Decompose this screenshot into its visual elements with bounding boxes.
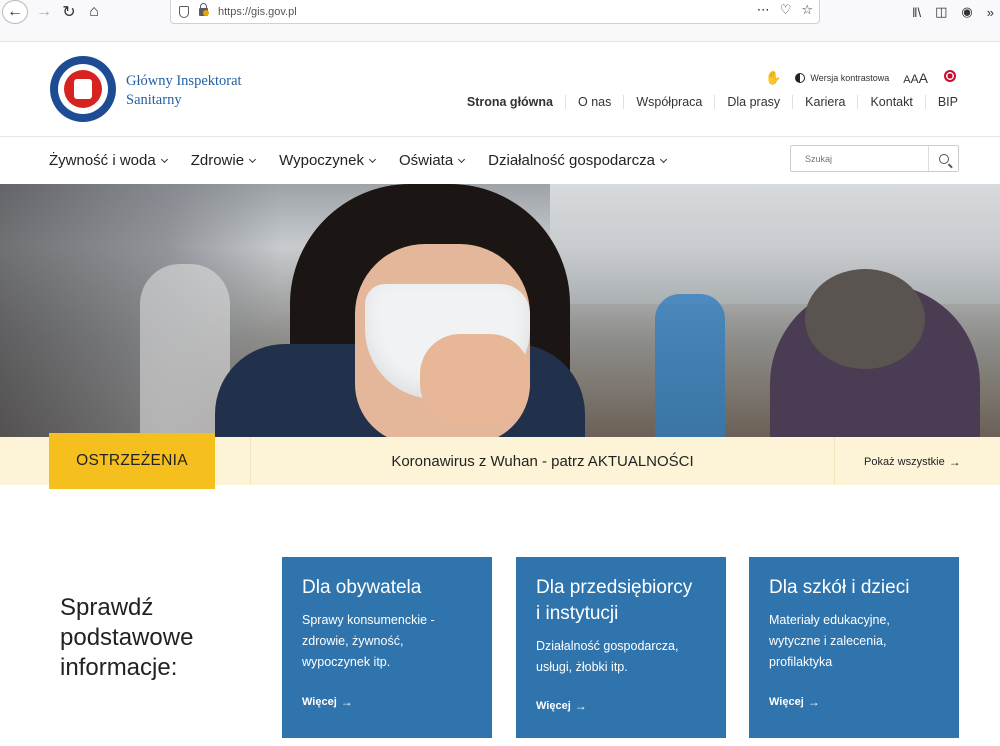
menu-label: Oświata — [398, 152, 454, 169]
search-button[interactable] — [928, 146, 958, 171]
heading-line-1: Sprawdź — [60, 594, 154, 621]
card-business[interactable]: Dla przedsiębiorcy i instytucji Działaln… — [516, 557, 726, 738]
show-all-label: Pokaż wszystkie — [864, 456, 945, 468]
chevron-down-icon — [458, 155, 466, 163]
alert-badge: OSTRZEŻENIA — [49, 433, 215, 489]
library-icon[interactable]: ‖\ — [912, 5, 921, 20]
browser-toolbar: ← → ↻ ⌂ https://gis.gov.pl ⋯ ♡ ☆ ‖\ ◫ ◉ … — [0, 0, 1000, 42]
page-actions-icon[interactable]: ⋯ — [757, 2, 770, 18]
card-more-link[interactable]: Więcej → — [536, 699, 587, 713]
card-desc-line: wytyczne i zalecenia, — [769, 634, 887, 648]
alert-strip: OSTRZEŻENIA Koronawirus z Wuhan - patrz … — [0, 433, 1000, 489]
brand-name[interactable]: Główny Inspektorat Sanitarny — [126, 72, 242, 110]
card-title-line: i instytucji — [536, 603, 619, 624]
search-icon — [938, 153, 949, 164]
card-citizens[interactable]: Dla obywatela Sprawy konsumenckie - zdro… — [282, 557, 492, 738]
arrow-right-icon: → — [574, 699, 587, 713]
search-input[interactable] — [805, 153, 923, 164]
nav-contact[interactable]: Kontakt — [857, 95, 924, 109]
menu-education[interactable]: Oświata — [398, 152, 466, 169]
brand-line-1: Główny Inspektorat — [126, 73, 242, 89]
font-size-large[interactable]: A — [919, 70, 928, 86]
site-header: Główny Inspektorat Sanitarny ✋ Wersja ko… — [0, 42, 1000, 137]
accessibility-tools: ✋ Wersja kontrastowa AAA — [765, 70, 928, 86]
chevron-down-icon — [249, 155, 257, 163]
warning-icon — [203, 10, 209, 16]
back-button[interactable]: ← — [2, 0, 28, 24]
chevron-down-icon — [368, 155, 377, 163]
card-schools[interactable]: Dla szkół i dzieci Materiały edukacyjne,… — [749, 557, 959, 738]
forward-button[interactable]: → — [30, 0, 58, 24]
menu-food-water[interactable]: Żywność i woda — [49, 152, 168, 169]
card-desc-line: zdrowie, żywność, — [302, 634, 404, 648]
card-description: Działalność gospodarcza, usługi, żłobki … — [536, 636, 706, 678]
contrast-toggle[interactable]: Wersja kontrastowa — [795, 73, 889, 83]
menu-label: Działalność gospodarcza — [488, 152, 655, 169]
uk-flag-icon[interactable] — [944, 70, 956, 82]
eagle-emblem-icon — [74, 79, 92, 99]
chevron-down-icon — [160, 155, 168, 163]
card-desc-line: Materiały edukacyjne, — [769, 613, 890, 627]
card-desc-line: wypoczynek itp. — [302, 655, 391, 669]
nav-about[interactable]: O nas — [565, 95, 623, 109]
more-label: Więcej — [302, 696, 337, 708]
card-title: Dla przedsiębiorcy i instytucji — [536, 575, 706, 627]
card-more-link[interactable]: Więcej → — [302, 695, 353, 709]
card-description: Materiały edukacyjne, wytyczne i zalecen… — [769, 610, 939, 673]
alert-message-link[interactable]: Koronawirus z Wuhan - patrz AKTUALNOŚCI — [250, 437, 835, 485]
card-desc-line: usługi, żłobki itp. — [536, 660, 628, 674]
reload-button[interactable]: ↻ — [55, 0, 83, 24]
arrow-right-icon: → — [807, 695, 820, 709]
nav-press[interactable]: Dla prasy — [714, 95, 792, 109]
nav-cooperation[interactable]: Współpraca — [623, 95, 714, 109]
account-icon[interactable]: ◉ — [961, 4, 972, 20]
card-description: Sprawy konsumenckie - zdrowie, żywność, … — [302, 610, 472, 673]
heading-line-3: informacje: — [60, 654, 178, 681]
card-title: Dla szkół i dzieci — [769, 577, 910, 598]
more-label: Więcej — [769, 696, 804, 708]
card-desc-line: profilaktyka — [769, 655, 833, 669]
menu-label: Zdrowie — [190, 152, 245, 169]
section-heading: Sprawdź podstawowe informacje: — [60, 593, 193, 683]
url-text[interactable]: https://gis.gov.pl — [218, 6, 297, 18]
font-size-controls: AAA — [903, 70, 928, 86]
menu-business[interactable]: Działalność gospodarcza — [488, 152, 667, 169]
brand-line-2: Sanitarny — [126, 92, 182, 108]
font-size-small[interactable]: A — [903, 74, 910, 86]
tracking-shield-icon[interactable] — [179, 5, 189, 18]
gis-logo[interactable] — [50, 56, 116, 122]
nav-bip[interactable]: BIP — [924, 95, 958, 109]
contrast-icon — [795, 73, 806, 83]
chevron-down-icon — [659, 155, 667, 163]
hero-banner-image — [0, 184, 1000, 437]
home-button[interactable]: ⌂ — [80, 0, 108, 24]
card-title: Dla obywatela — [302, 577, 422, 598]
card-desc-line: Sprawy konsumenckie - — [302, 613, 435, 627]
sign-language-icon[interactable]: ✋ — [765, 70, 781, 86]
menu-leisure[interactable]: Wypoczynek — [279, 152, 377, 169]
sidebar-icon[interactable]: ◫ — [935, 4, 947, 20]
top-navigation: Strona główna O nas Współpraca Dla prasy… — [455, 95, 958, 109]
card-desc-line: Działalność gospodarcza, — [536, 639, 679, 653]
menu-label: Wypoczynek — [279, 152, 364, 169]
overflow-menu-icon[interactable]: » — [987, 5, 994, 20]
card-more-link[interactable]: Więcej → — [769, 695, 820, 709]
menu-label: Żywność i woda — [49, 152, 156, 169]
show-all-alerts-link[interactable]: Pokaż wszystkie → — [864, 455, 961, 469]
main-navigation: Żywność i woda Zdrowie Wypoczynek Oświat… — [0, 137, 1000, 184]
heading-line-2: podstawowe — [60, 624, 194, 651]
font-size-medium[interactable]: A — [911, 72, 919, 86]
search-box — [790, 145, 959, 172]
card-title-line: Dla przedsiębiorcy — [536, 577, 693, 598]
pocket-icon[interactable]: ♡ — [780, 2, 792, 18]
arrow-right-icon: → — [948, 455, 961, 469]
nav-home[interactable]: Strona główna — [455, 95, 565, 109]
contrast-label: Wersja kontrastowa — [810, 73, 890, 83]
address-bar[interactable]: https://gis.gov.pl ⋯ ♡ ☆ — [170, 0, 820, 24]
arrow-right-icon: → — [340, 695, 353, 709]
menu-health[interactable]: Zdrowie — [190, 152, 257, 169]
bookmark-star-icon[interactable]: ☆ — [801, 2, 813, 18]
more-label: Więcej — [536, 700, 571, 712]
nav-career[interactable]: Kariera — [792, 95, 857, 109]
